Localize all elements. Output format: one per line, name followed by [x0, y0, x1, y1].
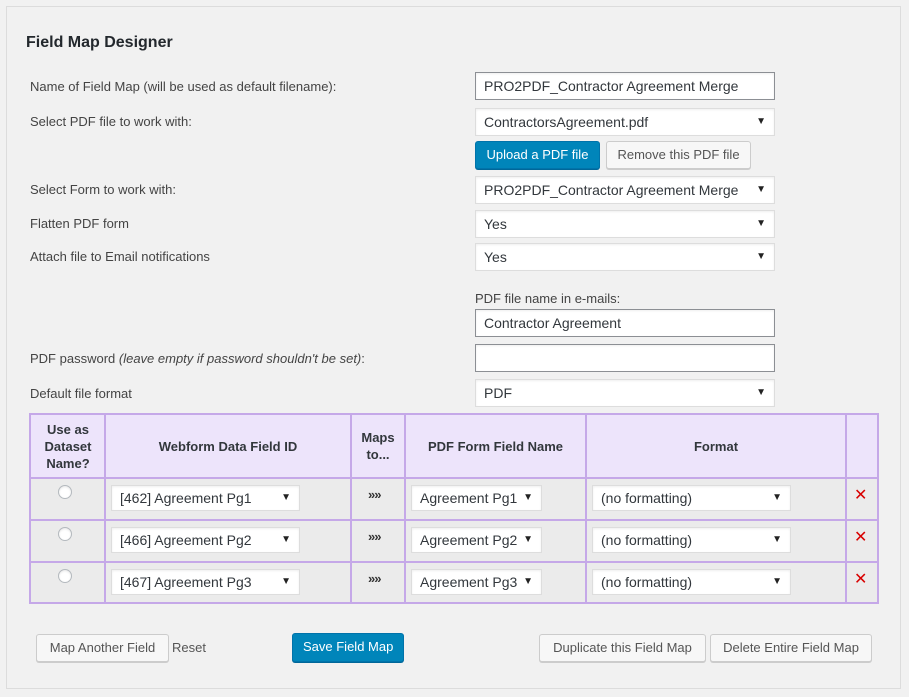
flatten-value: Yes [484, 216, 507, 232]
row-divider [31, 519, 877, 521]
chevron-down-icon: ▼ [523, 576, 533, 587]
chevron-down-icon: ▼ [756, 184, 766, 195]
maps-to-icon: »» [368, 529, 382, 544]
pdf-file-select[interactable]: ContractorsAgreement.pdf ▼ [475, 108, 775, 136]
col-divider [350, 415, 352, 602]
password-hint: (leave empty if password shouldn't be se… [118, 351, 362, 366]
duplicate-field-map-button[interactable]: Duplicate this Field Map [539, 634, 706, 662]
pdf-field-select-3[interactable]: Agreement Pg3 ▼ [411, 569, 542, 595]
chevron-down-icon: ▼ [772, 534, 782, 545]
chevron-down-icon: ▼ [756, 116, 766, 127]
flatten-label: Flatten PDF form [30, 216, 129, 231]
map-another-field-button[interactable]: Map Another Field [36, 634, 169, 662]
chevron-down-icon: ▼ [281, 576, 291, 587]
delete-row-icon[interactable]: ✕ [854, 569, 867, 589]
password-colon: : [361, 351, 365, 366]
format-select-3[interactable]: (no formatting) ▼ [592, 569, 791, 595]
header-maps-to: Maps to... [361, 430, 395, 462]
format-value: (no formatting) [601, 532, 693, 548]
webform-field-value: [467] Agreement Pg3 [120, 574, 252, 590]
remove-pdf-button[interactable]: Remove this PDF file [606, 141, 751, 169]
file-format-value: PDF [484, 385, 512, 401]
attach-value: Yes [484, 249, 507, 265]
row-divider [31, 477, 877, 479]
chevron-down-icon: ▼ [523, 492, 533, 503]
pdf-field-select-1[interactable]: Agreement Pg1 ▼ [411, 485, 542, 511]
delete-row-icon[interactable]: ✕ [854, 485, 867, 505]
chevron-down-icon: ▼ [281, 534, 291, 545]
format-select-2[interactable]: (no formatting) ▼ [592, 527, 791, 553]
delete-row-icon[interactable]: ✕ [854, 527, 867, 547]
page-title: Field Map Designer [26, 34, 173, 51]
email-filename-input[interactable]: Contractor Agreement [475, 309, 775, 337]
pdf-file-value: ContractorsAgreement.pdf [484, 114, 649, 130]
password-label-text: PDF password [30, 351, 116, 366]
upload-pdf-button[interactable]: Upload a PDF file [475, 141, 600, 169]
chevron-down-icon: ▼ [772, 492, 782, 503]
attach-select[interactable]: Yes ▼ [475, 243, 775, 271]
reset-link[interactable]: Reset [172, 640, 206, 655]
save-field-map-button[interactable]: Save Field Map [292, 633, 404, 662]
flatten-select[interactable]: Yes ▼ [475, 210, 775, 238]
chevron-down-icon: ▼ [281, 492, 291, 503]
format-label: Default file format [30, 386, 132, 401]
pdf-field-value: Agreement Pg2 [420, 532, 518, 548]
field-map-name-input[interactable]: PRO2PDF_Contractor Agreement Merge [475, 72, 775, 100]
header-pdf-field: PDF Form Field Name [427, 439, 564, 454]
chevron-down-icon: ▼ [523, 534, 533, 545]
header-webform-field: Webform Data Field ID [158, 439, 298, 454]
row-divider [31, 561, 877, 563]
name-label: Name of Field Map (will be used as defau… [30, 79, 337, 94]
delete-field-map-button[interactable]: Delete Entire Field Map [710, 634, 872, 662]
dataset-radio-3[interactable] [58, 569, 72, 583]
password-label: PDF password (leave empty if password sh… [30, 351, 365, 366]
form-value: PRO2PDF_Contractor Agreement Merge [484, 182, 739, 198]
form-select[interactable]: PRO2PDF_Contractor Agreement Merge ▼ [475, 176, 775, 204]
chevron-down-icon: ▼ [756, 251, 766, 262]
webform-field-value: [462] Agreement Pg1 [120, 490, 252, 506]
pdf-field-value: Agreement Pg3 [420, 574, 518, 590]
col-divider [845, 415, 847, 602]
dataset-radio-2[interactable] [58, 527, 72, 541]
format-select-1[interactable]: (no formatting) ▼ [592, 485, 791, 511]
form-label: Select Form to work with: [30, 182, 176, 197]
maps-to-icon: »» [368, 487, 382, 502]
pdf-label: Select PDF file to work with: [30, 114, 192, 129]
chevron-down-icon: ▼ [756, 387, 766, 398]
pdf-password-input[interactable] [475, 344, 775, 372]
webform-field-value: [466] Agreement Pg2 [120, 532, 252, 548]
email-filename-label: PDF file name in e-mails: [475, 291, 621, 306]
chevron-down-icon: ▼ [772, 576, 782, 587]
webform-field-select-2[interactable]: [466] Agreement Pg2 ▼ [111, 527, 300, 553]
webform-field-select-3[interactable]: [467] Agreement Pg3 ▼ [111, 569, 300, 595]
chevron-down-icon: ▼ [756, 218, 766, 229]
maps-to-icon: »» [368, 571, 382, 586]
header-format: Format [693, 439, 739, 454]
dataset-radio-1[interactable] [58, 485, 72, 499]
attach-label: Attach file to Email notifications [30, 249, 210, 264]
format-value: (no formatting) [601, 490, 693, 506]
format-value: (no formatting) [601, 574, 693, 590]
header-dataset: Use as Dataset Name? [44, 422, 92, 471]
file-format-select[interactable]: PDF ▼ [475, 379, 775, 407]
pdf-field-select-2[interactable]: Agreement Pg2 ▼ [411, 527, 542, 553]
pdf-field-value: Agreement Pg1 [420, 490, 518, 506]
webform-field-select-1[interactable]: [462] Agreement Pg1 ▼ [111, 485, 300, 511]
